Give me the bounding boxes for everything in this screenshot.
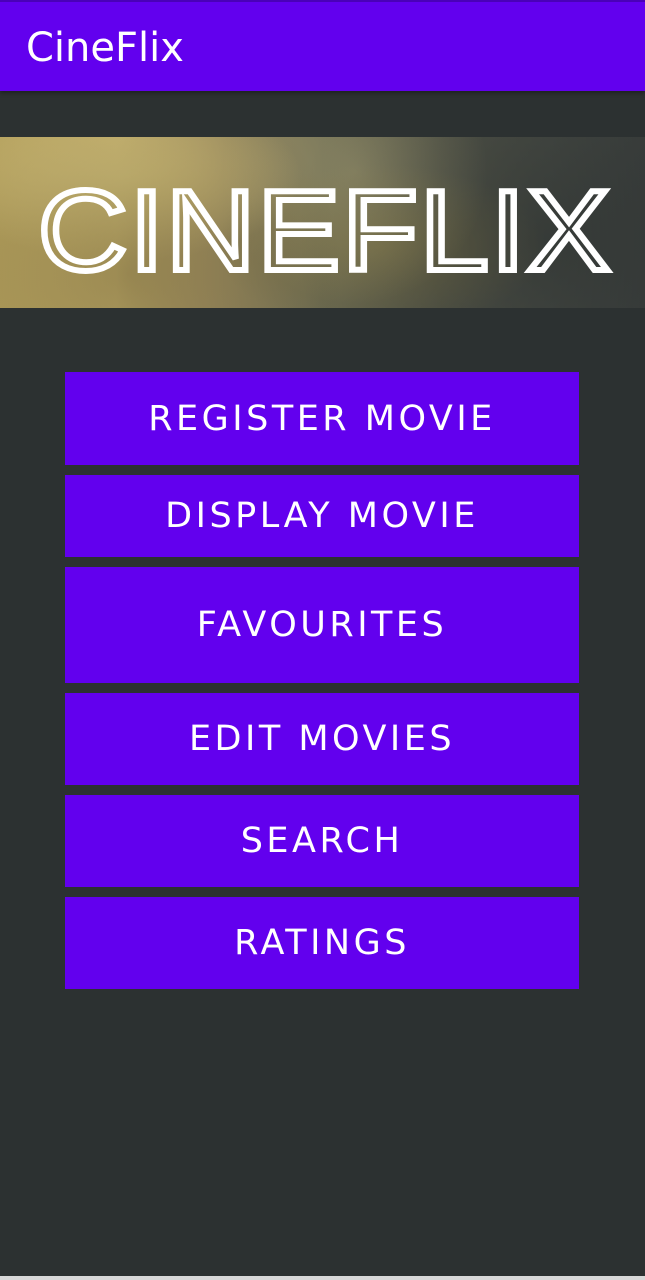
favourites-button[interactable]: FAVOURITES — [65, 567, 579, 683]
app-title: CineFlix — [26, 25, 184, 71]
app-bar: CineFlix — [0, 0, 645, 91]
navigation-bar-edge — [0, 1276, 645, 1280]
ratings-button[interactable]: RATINGS — [65, 897, 579, 989]
banner-logo-text: CINEFLIX — [38, 168, 612, 295]
edit-movies-button[interactable]: EDIT MOVIES — [65, 693, 579, 785]
register-movie-button[interactable]: REGISTER MOVIE — [65, 372, 579, 465]
banner-logo: CINEFLIX — [35, 165, 613, 298]
cineflix-banner: CINEFLIX — [0, 137, 645, 308]
display-movie-button[interactable]: DISPLAY MOVIE — [65, 475, 579, 557]
search-button[interactable]: SEARCH — [65, 795, 579, 887]
